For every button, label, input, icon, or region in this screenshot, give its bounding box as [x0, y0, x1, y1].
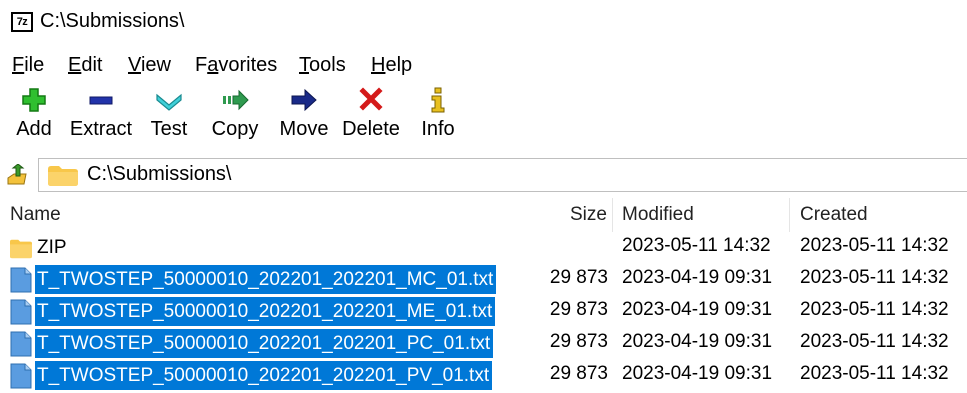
file-size: 29 873: [549, 363, 608, 384]
column-name[interactable]: Name: [10, 204, 61, 226]
info-label: Info: [421, 118, 455, 140]
delete-button[interactable]: Delete: [342, 86, 400, 148]
menu-view[interactable]: View: [128, 54, 171, 77]
text-file-icon: [10, 331, 32, 356]
menu-favorites[interactable]: Favorites: [195, 54, 277, 77]
folder-icon: [48, 166, 78, 186]
delete-x-icon: [359, 87, 383, 111]
text-file-icon: [10, 363, 32, 388]
file-modified: 2023-04-19 09:31: [622, 331, 773, 352]
test-button[interactable]: Test: [148, 86, 190, 148]
list-item[interactable]: T_TWOSTEP_50000010_202201_202201_MC_01.t…: [0, 264, 967, 295]
add-button[interactable]: Add: [12, 86, 56, 148]
menu-bar: File Edit View Favorites Tools Help: [0, 52, 967, 82]
file-created: 2023-05-11 14:32: [800, 363, 949, 384]
file-name: T_TWOSTEP_50000010_202201_202201_ME_01.t…: [35, 297, 496, 326]
menu-tools[interactable]: Tools: [299, 54, 346, 77]
column-size[interactable]: Size: [570, 204, 607, 226]
file-name: ZIP: [37, 237, 67, 258]
file-modified: 2023-04-19 09:31: [622, 363, 773, 384]
list-item[interactable]: T_TWOSTEP_50000010_202201_202201_ME_01.t…: [0, 296, 967, 327]
check-chevron-icon: [156, 93, 182, 111]
file-name: T_TWOSTEP_50000010_202201_202201_PC_01.t…: [35, 329, 494, 358]
address-input[interactable]: C:\Submissions\: [38, 158, 967, 192]
file-size: 29 873: [549, 299, 608, 320]
menu-edit[interactable]: Edit: [68, 54, 102, 77]
copy-label: Copy: [211, 118, 259, 140]
title-bar: 7z C:\Submissions\: [0, 0, 967, 44]
text-file-icon: [10, 267, 32, 292]
menu-help[interactable]: Help: [371, 54, 412, 77]
column-divider[interactable]: [789, 198, 790, 232]
file-created: 2023-05-11 14:32: [800, 331, 949, 352]
move-arrow-icon: [291, 88, 317, 112]
toolbar: Add Extract Test Copy Move Delete Info: [0, 86, 967, 148]
file-created: 2023-05-11 14:32: [800, 299, 949, 320]
info-icon: [431, 87, 445, 113]
file-modified: 2023-05-11 14:32: [622, 235, 771, 256]
column-created[interactable]: Created: [800, 204, 868, 226]
file-modified: 2023-04-19 09:31: [622, 267, 773, 288]
delete-label: Delete: [342, 118, 400, 140]
menu-file[interactable]: File: [12, 54, 44, 77]
move-label: Move: [279, 118, 329, 140]
list-item[interactable]: T_TWOSTEP_50000010_202201_202201_PV_01.t…: [0, 360, 967, 391]
file-size: 29 873: [549, 331, 608, 352]
move-button[interactable]: Move: [277, 86, 331, 148]
folder-icon: [10, 239, 32, 258]
file-created: 2023-05-11 14:32: [800, 235, 949, 256]
file-modified: 2023-04-19 09:31: [622, 299, 773, 320]
extract-label: Extract: [69, 118, 133, 140]
address-path: C:\Submissions\: [87, 163, 232, 185]
list-item[interactable]: ZIP 2023-05-11 14:32 2023-05-11 14:32: [0, 232, 967, 263]
file-list: Name Size Modified Created ZIP 2023-05-1…: [0, 198, 967, 393]
up-folder-icon[interactable]: [6, 164, 28, 186]
add-label: Add: [16, 118, 52, 140]
plus-icon: [22, 88, 46, 112]
text-file-icon: [10, 299, 32, 324]
address-bar: C:\Submissions\: [0, 156, 967, 194]
info-button[interactable]: Info: [418, 86, 458, 148]
column-divider[interactable]: [612, 198, 613, 232]
file-name: T_TWOSTEP_50000010_202201_202201_PV_01.t…: [35, 361, 493, 390]
window-title: C:\Submissions\: [40, 10, 185, 32]
extract-button[interactable]: Extract: [69, 86, 133, 148]
copy-arrow-icon: [223, 89, 249, 111]
minus-icon: [89, 96, 113, 105]
file-name: T_TWOSTEP_50000010_202201_202201_MC_01.t…: [35, 265, 497, 294]
test-label: Test: [150, 118, 188, 140]
column-modified[interactable]: Modified: [622, 204, 694, 226]
app-logo-icon: 7z: [11, 12, 33, 32]
list-item[interactable]: T_TWOSTEP_50000010_202201_202201_PC_01.t…: [0, 328, 967, 359]
file-created: 2023-05-11 14:32: [800, 267, 949, 288]
file-size: 29 873: [549, 267, 608, 288]
copy-button[interactable]: Copy: [209, 86, 261, 148]
